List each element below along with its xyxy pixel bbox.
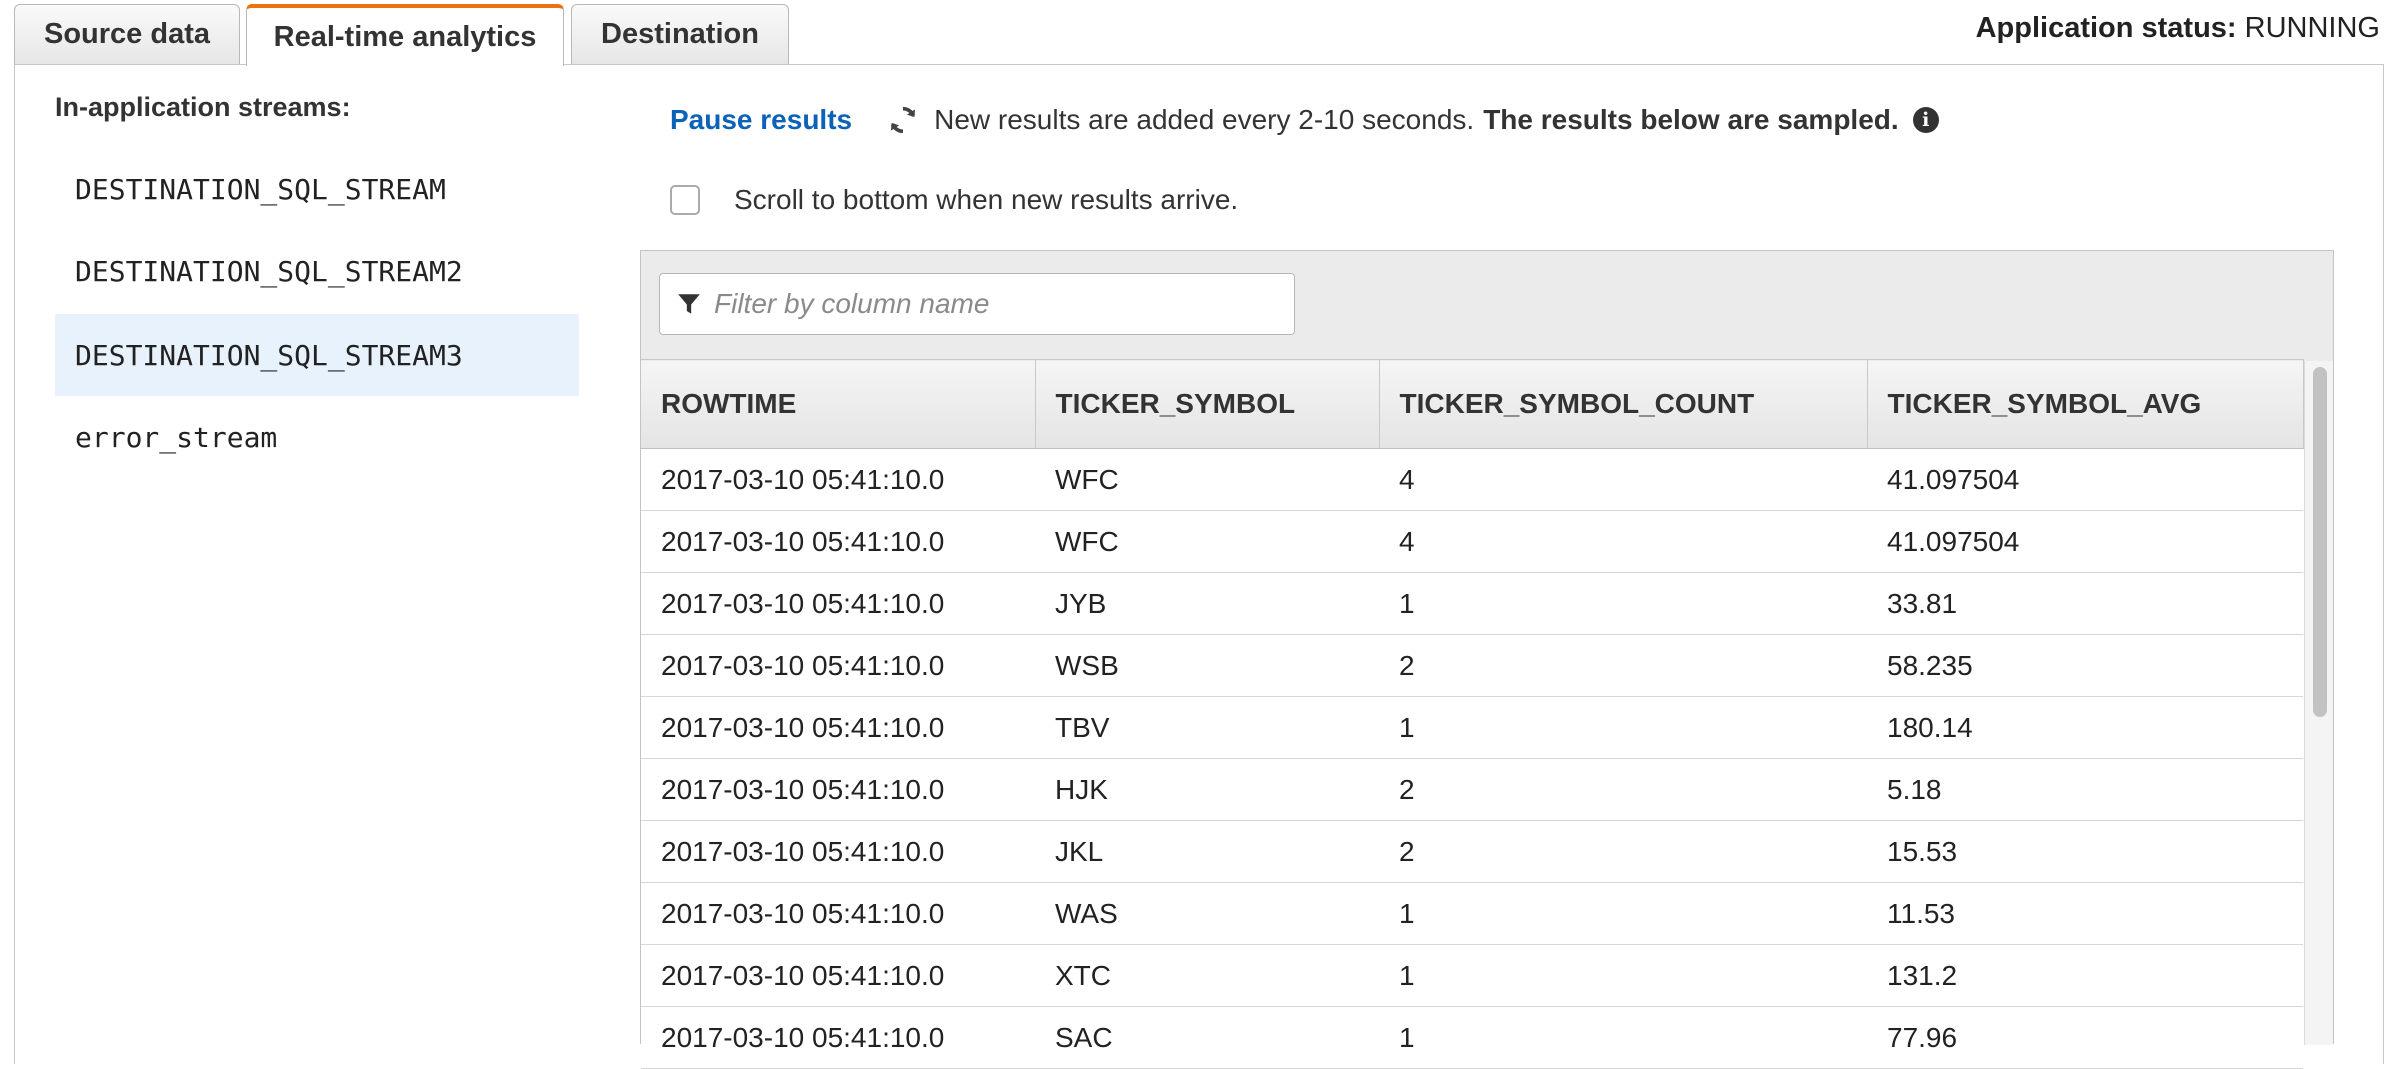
refresh-icon: [890, 106, 916, 134]
column-header-ticker-symbol-count[interactable]: TICKER_SYMBOL_COUNT: [1379, 359, 1868, 449]
cell-ticker-symbol-avg: 131.2: [1867, 944, 2303, 1007]
cell-rowtime: 2017-03-10 05:41:10.0: [641, 1006, 1035, 1069]
cell-ticker-symbol: JKL: [1035, 820, 1379, 883]
info-icon[interactable]: i: [1912, 107, 1939, 133]
cell-rowtime: 2017-03-10 05:41:10.0: [641, 944, 1035, 1007]
table-row: 2017-03-10 05:41:10.0 WSB 2 58.235: [641, 634, 2303, 697]
table-header-row: ROWTIME TICKER_SYMBOL TICKER_SYMBOL_COUN…: [641, 359, 2304, 449]
results-grid: ROWTIME TICKER_SYMBOL TICKER_SYMBOL_COUN…: [640, 250, 2334, 1069]
cell-ticker-symbol-avg: 180.14: [1867, 696, 2303, 759]
cell-rowtime: 2017-03-10 05:41:10.0: [641, 510, 1035, 573]
cell-ticker-symbol-count: 1: [1379, 944, 1867, 1007]
application-status: Application status: RUNNING: [1976, 12, 2380, 45]
cell-ticker-symbol: HJK: [1035, 758, 1379, 821]
stream-item-label: error_stream: [75, 420, 278, 454]
results-toolbar: Pause results New results are added ever…: [670, 100, 1939, 140]
stream-item-label: DESTINATION_SQL_STREAM3: [75, 338, 463, 372]
stream-item-destination-sql-stream3[interactable]: DESTINATION_SQL_STREAM3: [55, 314, 579, 396]
cell-ticker-symbol: WFC: [1035, 448, 1379, 511]
table-row: 2017-03-10 05:41:10.0 WFC 4 41.097504: [641, 510, 2303, 573]
cell-ticker-symbol-count: 1: [1379, 1006, 1867, 1069]
cell-ticker-symbol-count: 1: [1379, 696, 1867, 759]
scroll-to-bottom-label: Scroll to bottom when new results arrive…: [734, 184, 1239, 215]
cell-ticker-symbol-count: 2: [1379, 758, 1867, 821]
cell-ticker-symbol-count: 4: [1379, 510, 1867, 573]
cell-rowtime: 2017-03-10 05:41:10.0: [641, 696, 1035, 759]
refresh-info-text: New results are added every 2-10 seconds…: [934, 104, 1475, 135]
cell-rowtime: 2017-03-10 05:41:10.0: [641, 448, 1035, 511]
cell-ticker-symbol: WAS: [1035, 882, 1379, 945]
cell-ticker-symbol-avg: 77.96: [1867, 1006, 2303, 1069]
cell-rowtime: 2017-03-10 05:41:10.0: [641, 758, 1035, 821]
table-row: 2017-03-10 05:41:10.0 JYB 1 33.81: [641, 572, 2303, 635]
cell-ticker-symbol: TBV: [1035, 696, 1379, 759]
cell-ticker-symbol: JYB: [1035, 572, 1379, 635]
stream-item-label: DESTINATION_SQL_STREAM: [75, 172, 446, 206]
table-row: 2017-03-10 05:41:10.0 HJK 2 5.18: [641, 758, 2303, 821]
cell-ticker-symbol-count: 2: [1379, 634, 1867, 697]
cell-ticker-symbol-avg: 41.097504: [1867, 510, 2303, 573]
cell-ticker-symbol-avg: 11.53: [1867, 882, 2303, 945]
stream-item-destination-sql-stream[interactable]: DESTINATION_SQL_STREAM: [55, 148, 579, 230]
results-table: ROWTIME TICKER_SYMBOL TICKER_SYMBOL_COUN…: [641, 359, 2304, 1069]
cell-ticker-symbol: WSB: [1035, 634, 1379, 697]
streams-heading: In-application streams:: [55, 92, 351, 122]
stream-item-error-stream[interactable]: error_stream: [55, 396, 579, 478]
cell-ticker-symbol: XTC: [1035, 944, 1379, 1007]
cell-ticker-symbol-avg: 15.53: [1867, 820, 2303, 883]
cell-ticker-symbol-count: 2: [1379, 820, 1867, 883]
table-row: 2017-03-10 05:41:10.0 TBV 1 180.14: [641, 696, 2303, 759]
tab-destination[interactable]: Destination: [571, 4, 789, 64]
cell-ticker-symbol: SAC: [1035, 1006, 1379, 1069]
table-row: 2017-03-10 05:41:10.0 WFC 4 41.097504: [641, 448, 2303, 511]
stream-item-label: DESTINATION_SQL_STREAM2: [75, 254, 463, 288]
cell-ticker-symbol-count: 1: [1379, 882, 1867, 945]
column-header-rowtime[interactable]: ROWTIME: [641, 359, 1036, 449]
table-row: 2017-03-10 05:41:10.0 XTC 1 131.2: [641, 944, 2303, 1007]
cell-ticker-symbol-count: 4: [1379, 448, 1867, 511]
filter-icon: [678, 294, 700, 314]
cell-rowtime: 2017-03-10 05:41:10.0: [641, 820, 1035, 883]
pause-results-link[interactable]: Pause results: [670, 104, 852, 136]
tab-real-time-analytics[interactable]: Real-time analytics: [246, 4, 564, 66]
cell-rowtime: 2017-03-10 05:41:10.0: [641, 634, 1035, 697]
scroll-to-bottom-option: Scroll to bottom when new results arrive…: [670, 180, 1238, 220]
cell-ticker-symbol-count: 1: [1379, 572, 1867, 635]
filter-box: [659, 273, 1295, 335]
column-header-ticker-symbol[interactable]: TICKER_SYMBOL: [1035, 359, 1380, 449]
stream-item-destination-sql-stream2[interactable]: DESTINATION_SQL_STREAM2: [55, 230, 579, 312]
scroll-to-bottom-checkbox[interactable]: [670, 185, 700, 215]
cell-ticker-symbol-avg: 5.18: [1867, 758, 2303, 821]
sampled-note: The results below are sampled.: [1483, 104, 1899, 135]
cell-rowtime: 2017-03-10 05:41:10.0: [641, 572, 1035, 635]
table-row: 2017-03-10 05:41:10.0 WAS 1 11.53: [641, 882, 2303, 945]
tab-source-data[interactable]: Source data: [14, 4, 240, 64]
table-row: 2017-03-10 05:41:10.0 SAC 1 77.96: [641, 1006, 2303, 1069]
cell-ticker-symbol-avg: 41.097504: [1867, 448, 2303, 511]
cell-rowtime: 2017-03-10 05:41:10.0: [641, 882, 1035, 945]
cell-ticker-symbol-avg: 33.81: [1867, 572, 2303, 635]
cell-ticker-symbol: WFC: [1035, 510, 1379, 573]
scrollbar-thumb[interactable]: [2313, 367, 2327, 717]
cell-ticker-symbol-avg: 58.235: [1867, 634, 2303, 697]
application-status-value: RUNNING: [2244, 12, 2380, 44]
column-header-ticker-symbol-avg[interactable]: TICKER_SYMBOL_AVG: [1867, 359, 2304, 449]
application-status-label: Application status:: [1975, 12, 2237, 44]
table-row: 2017-03-10 05:41:10.0 JKL 2 15.53: [641, 820, 2303, 883]
filter-input[interactable]: [712, 287, 1276, 321]
results-scrollbar[interactable]: [2304, 361, 2333, 1045]
